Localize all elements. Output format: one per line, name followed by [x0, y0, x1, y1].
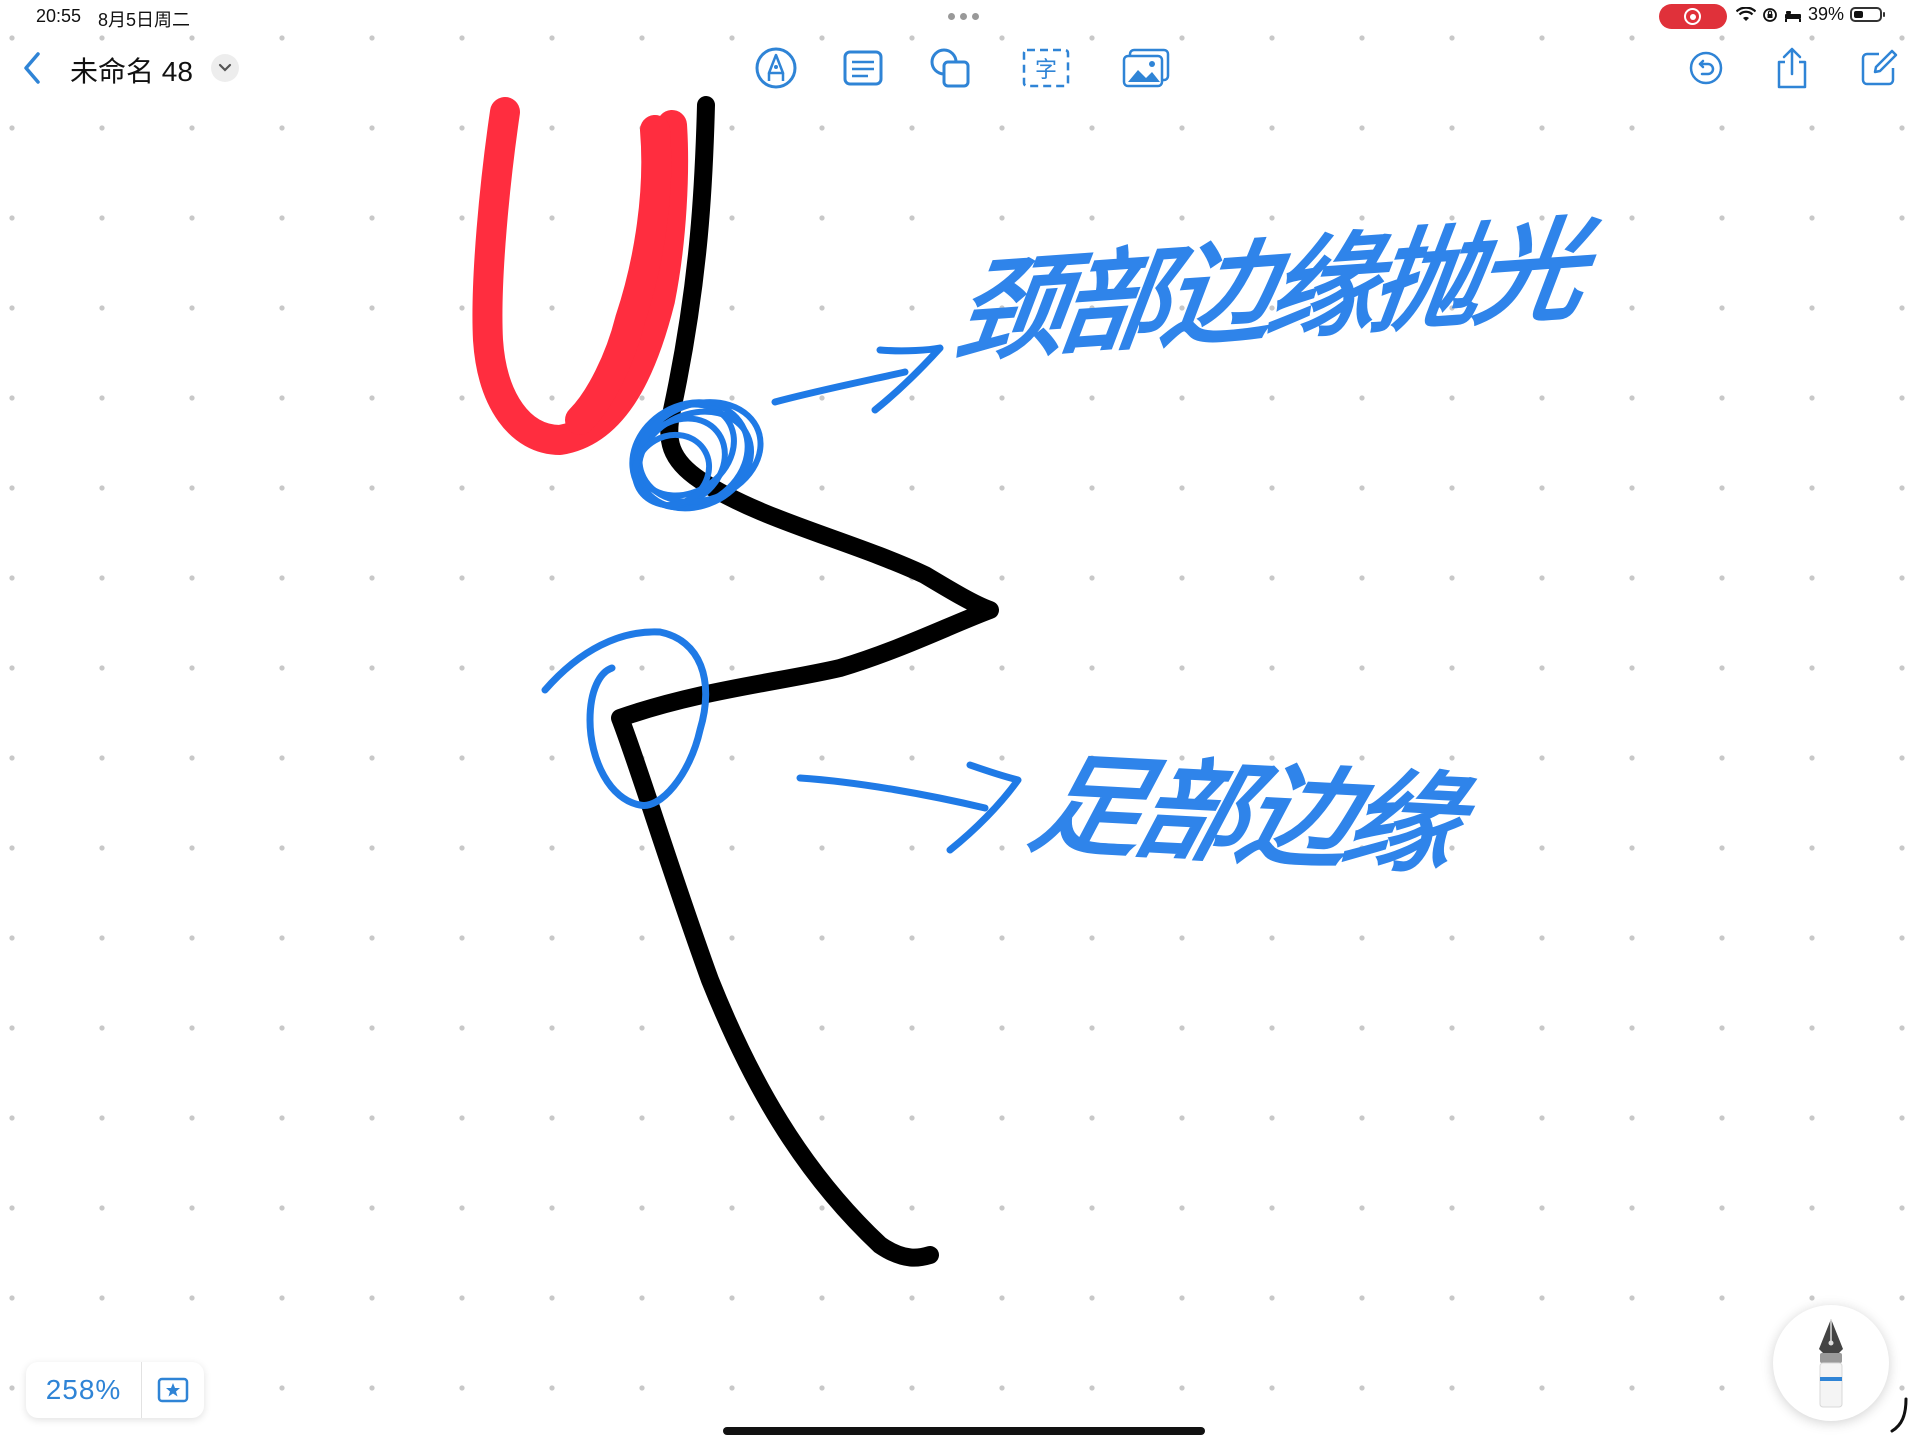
blue-arrow-lower: [796, 761, 1022, 854]
annotation-lower-text: 足部边缘: [1019, 739, 1469, 889]
star-box-icon: [157, 1377, 189, 1403]
zoom-control: 258%: [26, 1362, 204, 1418]
zoom-level-button[interactable]: 258%: [26, 1374, 141, 1406]
scene-bookmark-button[interactable]: [142, 1362, 204, 1418]
pencil-corner-swipe-icon: [1890, 1397, 1908, 1433]
fountain-pen-icon: [1819, 1319, 1843, 1408]
home-indicator[interactable]: [723, 1427, 1205, 1435]
drawing-canvas[interactable]: [0, 0, 1920, 1440]
blue-arrow-upper: [771, 344, 944, 414]
pencil-tool-button[interactable]: [1773, 1305, 1889, 1421]
